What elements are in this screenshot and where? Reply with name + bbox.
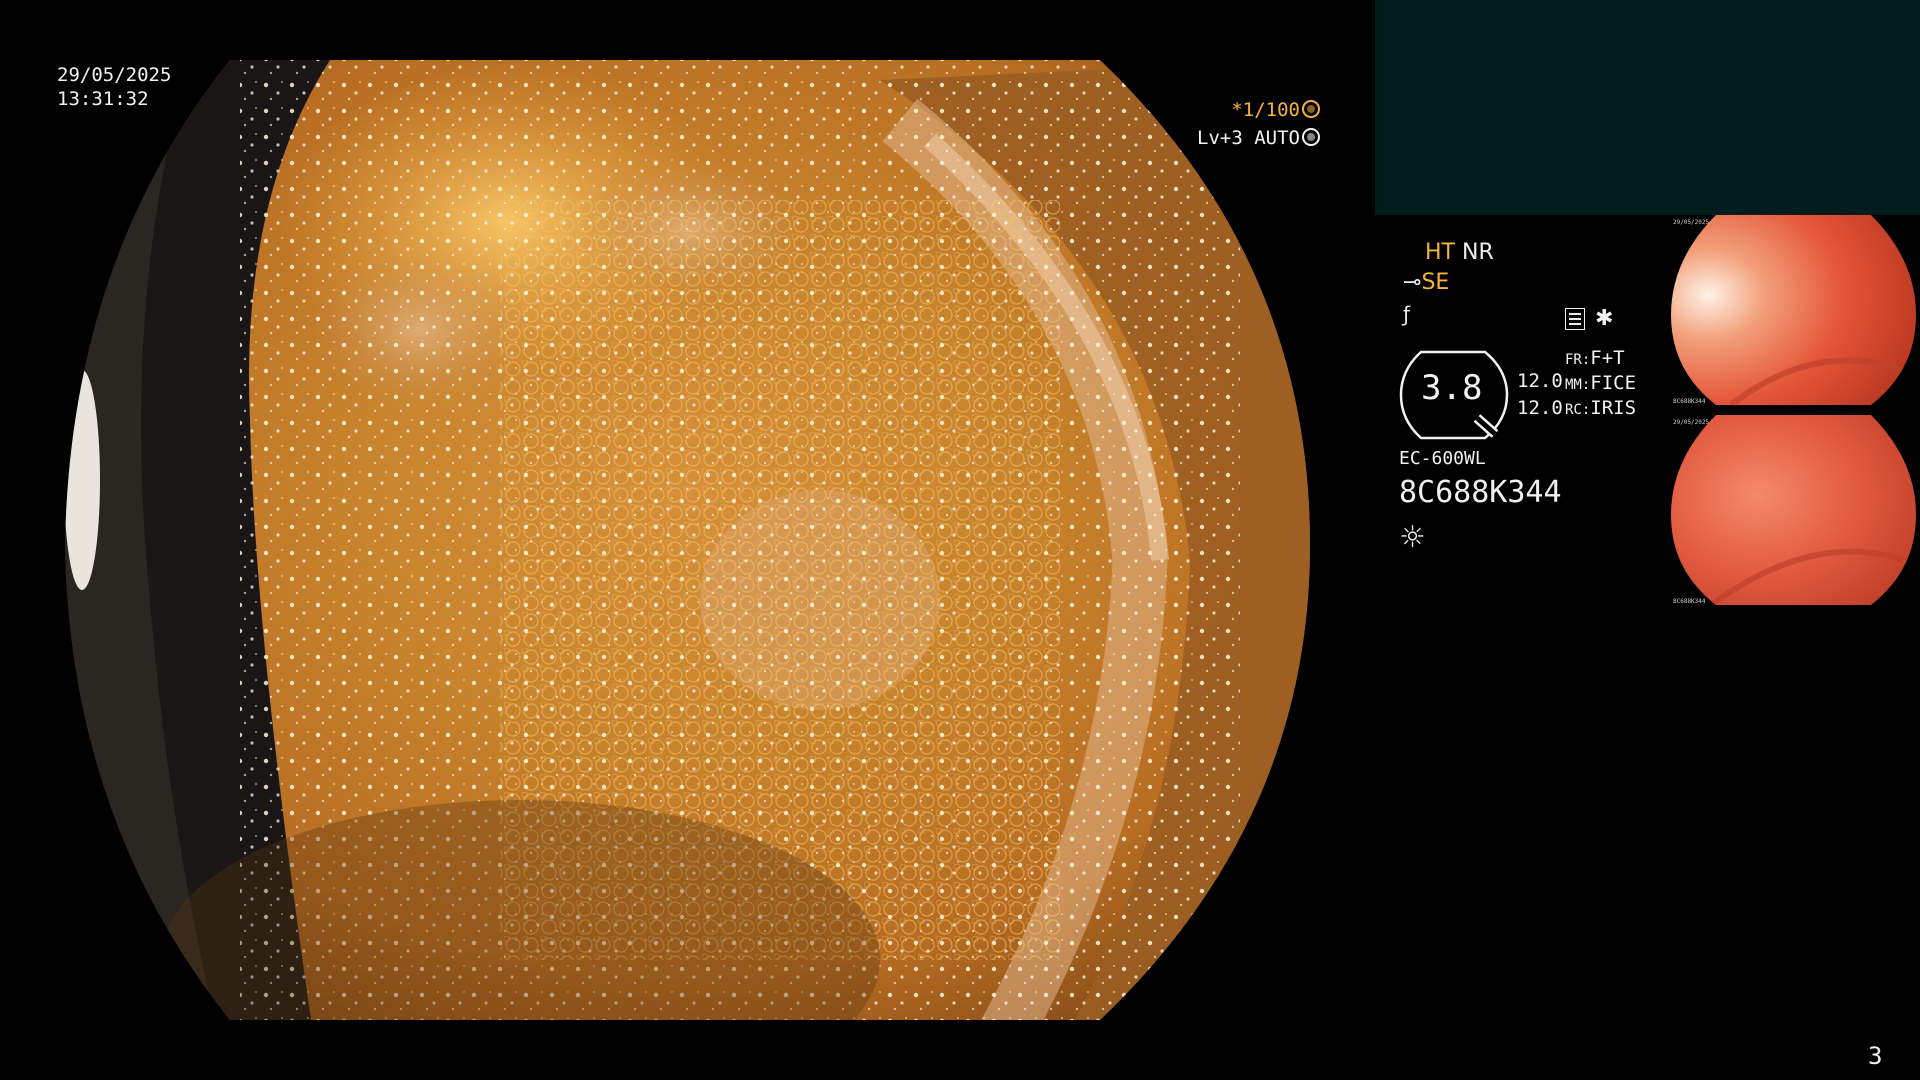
scope-model: EC-600WL [1399, 448, 1486, 469]
mm-value: FICE [1590, 372, 1637, 394]
se-label: SE [1421, 270, 1450, 295]
page-number: 3 [1868, 1042, 1883, 1070]
value-top: 12.0 [1517, 370, 1563, 392]
auto-ring-icon [1302, 128, 1320, 146]
reference-image-area [1375, 0, 1920, 215]
star-icon: ✱ [1595, 306, 1614, 331]
menu-list-icon [1565, 308, 1585, 330]
thumbnail-image [1671, 415, 1916, 605]
light-sun-icon: ☼ [1399, 520, 1426, 555]
rc-mode-row: RC:IRIS [1565, 397, 1636, 419]
se-row: ⊸SE [1403, 270, 1449, 295]
scope-tip-icon: ⊸ [1403, 270, 1422, 295]
freeze-icon: ƒ [1403, 302, 1411, 326]
date-time-overlay: 29/05/2025 13:31:32 [57, 63, 171, 111]
level-indicator: Lv+3 AUTO [1150, 127, 1320, 149]
level-text: Lv+3 AUTO [1197, 127, 1300, 149]
mm-mode-row: MM:FICE [1565, 372, 1636, 394]
ht-nr-row: HT NR [1425, 240, 1494, 265]
value-bottom: 12.0 [1517, 397, 1563, 419]
thumbnail-serial: 8C688K344 [1673, 598, 1706, 605]
captured-thumbnail[interactable]: 29/05/2025 8C688K344 [1671, 415, 1920, 615]
gauge-value: 3.8 [1421, 368, 1483, 408]
date-text: 29/05/2025 [57, 64, 172, 86]
ht-label: HT [1425, 240, 1455, 265]
thumbnail-serial: 8C688K344 [1673, 398, 1706, 405]
thumbnail-image [1671, 215, 1916, 405]
shutter-ring-icon [1302, 100, 1320, 118]
captured-thumbnail[interactable]: 29/05/2025 8C688K344 [1671, 215, 1920, 415]
nr-label: NR [1461, 240, 1494, 265]
scope-serial: 8C688K344 [1399, 475, 1562, 510]
thumbnail-date: 29/05/2025 [1673, 419, 1710, 426]
shutter-text: *1/100 [1231, 99, 1300, 121]
processor-info-panel: HT NR ⊸SE ƒ ✱ 3.8 12.0 12.0 FR:F+T MM:FI… [1395, 240, 1695, 570]
mm-key: MM: [1565, 377, 1591, 393]
fr-mode-row: FR:F+T [1565, 347, 1625, 369]
fr-key: FR: [1565, 352, 1591, 368]
endoscope-main-view: 29/05/2025 13:31:32 *1/100 Lv+3 AUTO [0, 0, 1370, 1080]
rc-key: RC: [1565, 402, 1591, 418]
thumbnail-date: 29/05/2025 [1673, 219, 1710, 226]
rc-value: IRIS [1590, 397, 1637, 419]
time-text: 13:31:32 [57, 88, 149, 110]
shutter-indicator: *1/100 [1150, 99, 1320, 121]
fr-value: F+T [1590, 347, 1625, 369]
endoscope-image [65, 60, 1310, 1020]
